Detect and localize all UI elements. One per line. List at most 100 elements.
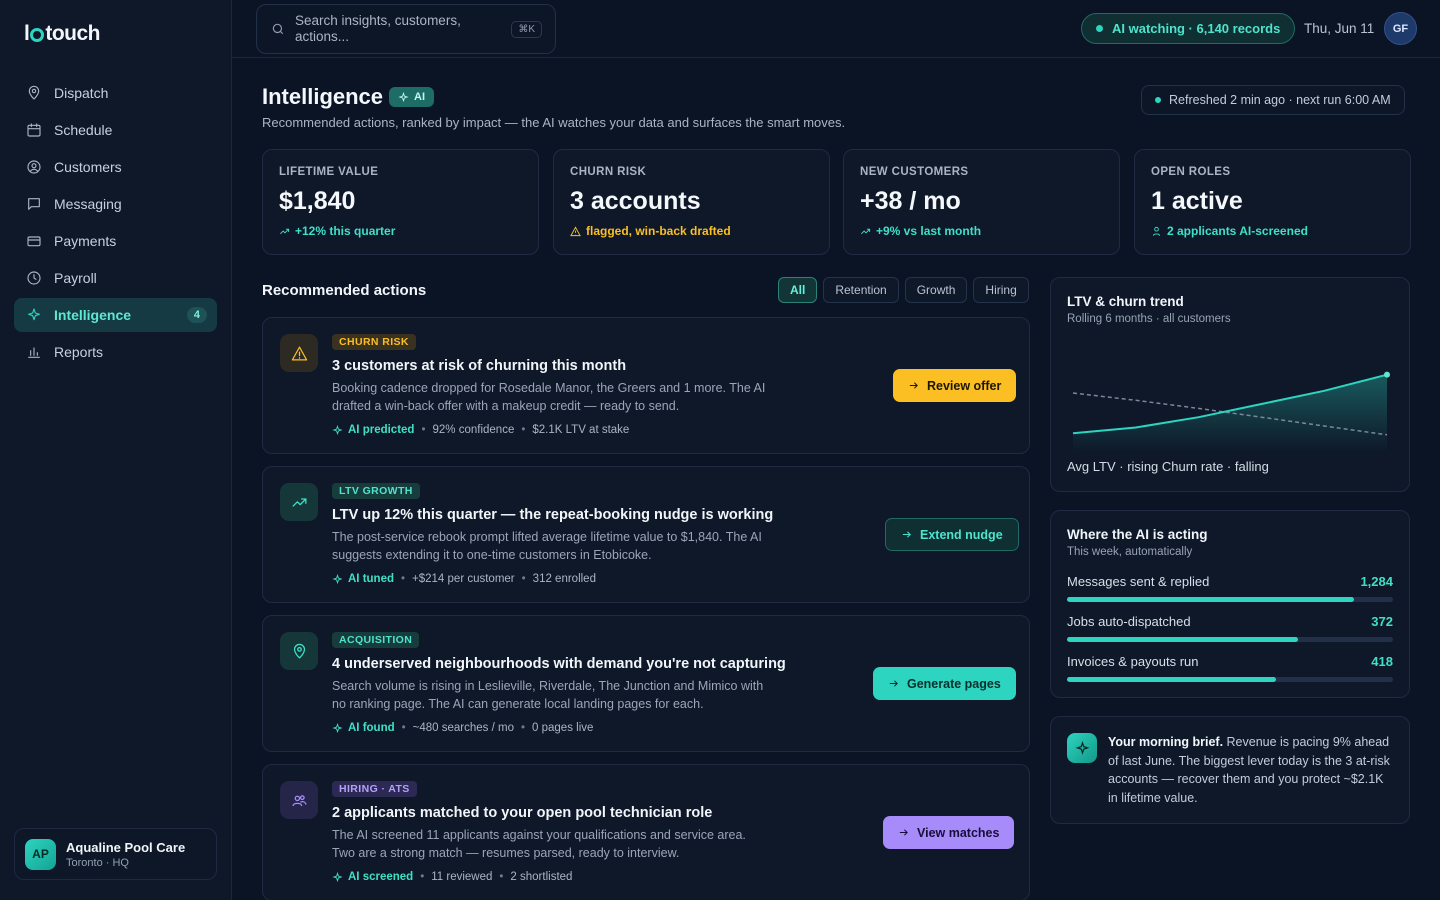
action-card-acquisition: ACQUISITION 4 underserved neighbourhoods… xyxy=(262,615,1030,752)
warning-icon xyxy=(570,225,581,236)
card-title: LTV up 12% this quarter — the repeat-boo… xyxy=(332,507,774,523)
ai-acting-panel: Where the AI is acting This week, automa… xyxy=(1050,510,1410,698)
search-icon xyxy=(272,23,284,35)
kpi-churn-risk: CHURN RISK 3 accounts flagged, win-back … xyxy=(553,149,830,255)
ltv-churn-chart xyxy=(1072,371,1390,452)
card-meta: AI screened • 11 reviewed • 2 shortlisted xyxy=(332,871,572,883)
arrow-right-icon xyxy=(909,382,918,389)
card-title: 3 customers at risk of churning this mon… xyxy=(332,358,627,374)
business-location: Toronto · HQ xyxy=(66,856,129,869)
ltv-endpoint xyxy=(1384,371,1390,378)
message-icon xyxy=(28,198,40,210)
sidebar-nav: Dispatch Schedule Customers Messaging Pa… xyxy=(14,76,217,372)
card-meta: AI tuned • +$214 per customer • 312 enroll… xyxy=(332,573,596,585)
credit-card-icon xyxy=(27,236,41,247)
people-icon-tile xyxy=(280,781,318,819)
trend-up-icon xyxy=(280,228,290,234)
business-switcher[interactable]: AP Aqualine Pool Care Toronto · HQ xyxy=(14,828,217,880)
sparkle-icon xyxy=(28,308,40,321)
map-pin-icon xyxy=(293,643,305,659)
business-avatar: AP xyxy=(25,838,56,870)
sidebar-item-reports[interactable]: Reports xyxy=(14,335,217,369)
acting-row-dispatch: Jobs auto-dispatched 372 xyxy=(1067,614,1393,642)
card-tag: CHURN RISK xyxy=(332,334,416,350)
sidebar-item-customers[interactable]: Customers xyxy=(14,150,217,184)
kpi-open-roles: OPEN ROLES 1 active 2 applicants AI-scre… xyxy=(1134,149,1411,255)
bar-chart-icon xyxy=(28,347,40,358)
view-matches-button[interactable]: View matches xyxy=(883,816,1015,849)
sidebar-item-schedule[interactable]: Schedule xyxy=(14,113,217,147)
card-tag: HIRING · ATS xyxy=(332,781,417,797)
search-input[interactable]: Search insights, customers, actions... ⌘… xyxy=(256,4,556,54)
trend-up-icon xyxy=(861,228,871,234)
acting-row-messages: Messages sent & replied 1,284 xyxy=(1067,574,1393,602)
filter-all[interactable]: All xyxy=(778,277,818,303)
sidebar-item-intelligence[interactable]: Intelligence 4 xyxy=(14,298,217,332)
panel-subtitle: This week, automatically xyxy=(1067,546,1193,558)
panel-subtitle: Rolling 6 months · all customers xyxy=(1067,313,1231,325)
card-title: 4 underserved neighbourhoods with demand… xyxy=(332,656,786,672)
filter-hiring[interactable]: Hiring xyxy=(973,277,1029,303)
search-placeholder: Search insights, customers, actions... xyxy=(295,13,461,44)
actions-title: Recommended actions xyxy=(262,282,427,299)
filter-retention[interactable]: Retention xyxy=(823,277,899,303)
warning-icon-tile xyxy=(280,334,318,372)
business-name: Aqualine Pool Care xyxy=(66,839,186,855)
chart-legend: Avg LTV · rising Churn rate · falling xyxy=(1067,459,1269,474)
card-description: The AI screened 11 applicants against yo… xyxy=(332,828,746,860)
sparkle-icon xyxy=(332,871,343,882)
people-icon xyxy=(291,794,307,806)
warning-icon xyxy=(291,345,307,361)
ai-badge: AI xyxy=(389,87,434,107)
action-filters: All Retention Growth Hiring xyxy=(778,277,1035,303)
logo-ring-icon xyxy=(30,28,45,42)
panel-title: Where the AI is acting xyxy=(1067,527,1208,542)
progress-fill xyxy=(1067,677,1276,682)
extend-nudge-button[interactable]: Extend nudge xyxy=(885,518,1019,551)
progress-fill xyxy=(1067,597,1354,602)
action-card-churn-risk: CHURN RISK 3 customers at risk of churni… xyxy=(262,317,1030,454)
filter-growth[interactable]: Growth xyxy=(904,277,968,303)
page-title: Intelligence xyxy=(262,84,384,109)
sidebar-item-payroll[interactable]: Payroll xyxy=(14,261,217,295)
sparkle-icon xyxy=(332,424,343,435)
user-circle-icon xyxy=(27,160,41,174)
page-subtitle: Recommended actions, ranked by impact — … xyxy=(262,115,846,130)
card-meta: AI found • ~480 searches / mo • 0 pages li… xyxy=(332,722,593,734)
panel-title: LTV & churn trend xyxy=(1067,294,1184,309)
card-description: Booking cadence dropped for Rosedale Man… xyxy=(332,381,766,413)
morning-brief-panel: Your morning brief. Revenue is pacing 9%… xyxy=(1050,716,1410,824)
arrow-right-icon xyxy=(899,829,908,836)
current-date: Thu, Jun 11 xyxy=(1304,21,1375,36)
location-icon-tile xyxy=(280,632,318,670)
progress-fill xyxy=(1067,637,1299,642)
morning-brief-text: Your morning brief. Revenue is pacing 9%… xyxy=(1108,735,1390,805)
sparkle-icon xyxy=(332,573,343,584)
trend-icon-tile xyxy=(280,483,318,521)
ai-status-pill[interactable]: AI watching · 6,140 records xyxy=(1081,13,1296,44)
action-card-hiring: HIRING · ATS 2 applicants matched to you… xyxy=(262,764,1030,900)
review-offer-button[interactable]: Review offer xyxy=(893,369,1017,402)
card-tag: ACQUISITION xyxy=(332,632,420,648)
ltv-churn-trend-panel: LTV & churn trend Rolling 6 months · all… xyxy=(1050,277,1410,492)
user-avatar[interactable]: GF xyxy=(1384,12,1417,45)
sidebar-item-payments[interactable]: Payments xyxy=(14,224,217,258)
status-dot-icon xyxy=(1096,25,1103,32)
card-meta: AI predicted • 92% confidence • $2.1K LTV … xyxy=(332,424,629,436)
sparkle-icon xyxy=(1067,733,1097,763)
generate-pages-button[interactable]: Generate pages xyxy=(873,667,1016,700)
card-tag: LTV GROWTH xyxy=(332,483,420,499)
intelligence-count-badge: 4 xyxy=(186,307,207,323)
search-shortcut: ⌘K xyxy=(511,20,542,38)
kpi-lifetime-value: LIFETIME VALUE $1,840 +12% this quarter xyxy=(262,149,539,255)
person-icon xyxy=(1152,226,1161,236)
sidebar-item-messaging[interactable]: Messaging xyxy=(14,187,217,221)
sidebar-item-dispatch[interactable]: Dispatch xyxy=(14,76,217,110)
action-card-ltv-growth: LTV GROWTH LTV up 12% this quarter — the… xyxy=(262,466,1030,603)
logo[interactable]: l touch xyxy=(24,22,100,46)
sparkle-icon xyxy=(332,722,343,733)
kpi-new-customers: NEW CUSTOMERS +38 / mo +9% vs last month xyxy=(843,149,1120,255)
acting-row-invoices: Invoices & payouts run 418 xyxy=(1067,654,1393,682)
card-description: The post-service rebook prompt lifted av… xyxy=(332,530,762,562)
map-pin-icon xyxy=(28,85,40,100)
